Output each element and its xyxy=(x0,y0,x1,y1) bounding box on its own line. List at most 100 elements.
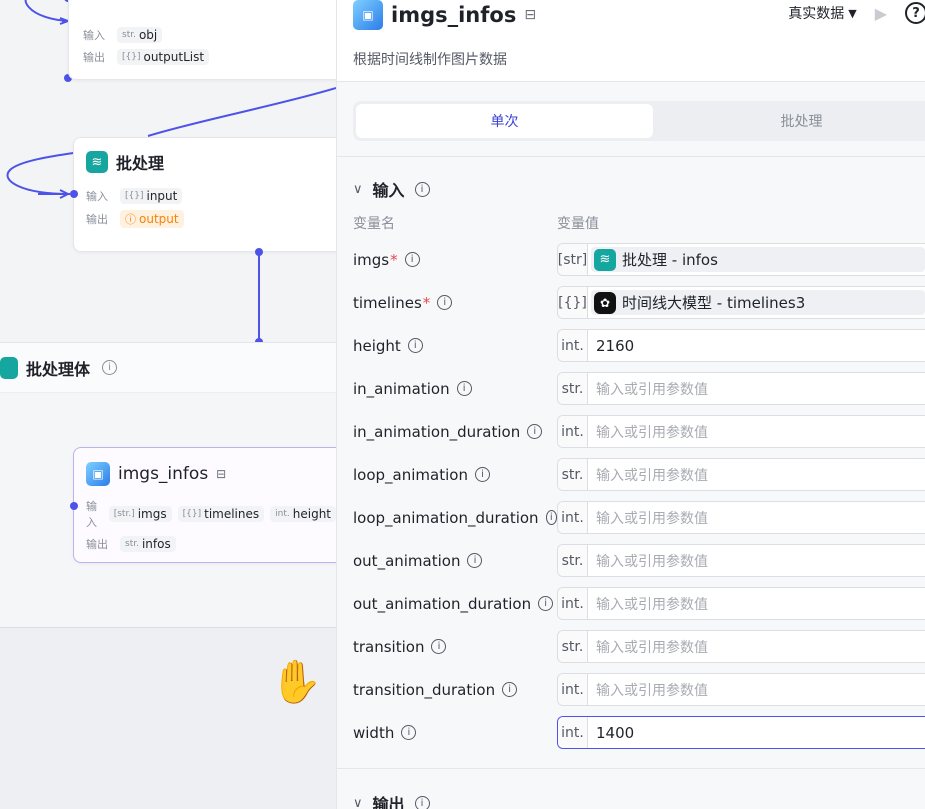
tab-single[interactable]: 单次 xyxy=(356,104,653,138)
type-tag[interactable]: int. xyxy=(558,330,588,361)
panel-title[interactable]: imgs_infos xyxy=(391,3,516,27)
type-tag[interactable]: int. xyxy=(558,502,588,533)
info-icon[interactable]: i xyxy=(456,381,472,396)
info-icon[interactable]: i xyxy=(401,725,417,740)
param-value-field[interactable]: int. 输入或引用参数值 xyxy=(557,501,925,534)
param-value-field[interactable]: int. 输入或引用参数值 xyxy=(557,587,925,620)
node-imgs-infos[interactable]: ▣ imgs_infos ⊟ 输入 [str.] imgs [{}] timelin… xyxy=(73,447,336,563)
param-input-value[interactable]: 2160 xyxy=(588,330,925,361)
port-dot[interactable] xyxy=(70,502,78,510)
panel-description[interactable]: 根据时间线制作图片数据 xyxy=(353,49,507,69)
param-name: out_animation i xyxy=(353,552,557,570)
type-tag[interactable]: int. xyxy=(558,717,588,748)
param-input-placeholder[interactable]: 输入或引用参数值 xyxy=(588,588,925,619)
param-list: imgs * i [str] ≋ 批处理 - infos timelines * i[{}] ✿ 时… xyxy=(353,238,925,754)
play-icon[interactable]: ▶ xyxy=(875,4,887,23)
param-value-field[interactable]: int. 输入或引用参数值 xyxy=(557,673,925,706)
data-mode-select[interactable]: 真实数据 ▼ xyxy=(788,3,856,23)
info-icon[interactable]: i xyxy=(538,596,554,611)
type-tag[interactable]: int. xyxy=(558,416,588,447)
data-mode-label: 真实数据 xyxy=(788,6,845,22)
layers-icon xyxy=(0,356,18,379)
info-icon[interactable]: i xyxy=(474,467,490,482)
plugin-image-icon: ▣ xyxy=(353,0,383,30)
canvas-bottom-area xyxy=(0,627,336,809)
param-input-placeholder[interactable]: 输入或引用参数值 xyxy=(588,416,925,447)
param-name-label: in_animation_duration xyxy=(353,422,521,441)
info-icon[interactable]: i xyxy=(527,424,543,439)
param-value-field[interactable]: str. 输入或引用参数值 xyxy=(557,630,925,663)
param-chip: str. infos xyxy=(120,536,176,552)
input-section-header[interactable]: ∨ 输入 i xyxy=(353,175,925,203)
param-value-field[interactable]: int. 输入或引用参数值 xyxy=(557,415,925,448)
param-name-label: transition xyxy=(353,637,425,656)
param-input-placeholder[interactable]: 输入或引用参数值 xyxy=(588,373,925,404)
wire-batch-in xyxy=(147,87,336,137)
param-row: timelines * i [{}] ✿ 时间线大模型 - timelines3 xyxy=(353,281,925,324)
param-input-placeholder[interactable]: 输入或引用参数值 xyxy=(588,545,925,576)
param-name-label: timelines xyxy=(353,293,422,312)
node-previous[interactable]: 输入 str. obj 输出 [{}] outputList xyxy=(68,0,336,80)
info-icon[interactable]: i xyxy=(467,553,483,568)
param-input-placeholder[interactable]: 输入或引用参数值 xyxy=(588,502,925,533)
type-tag[interactable]: [str] xyxy=(558,244,588,275)
info-icon[interactable]: i xyxy=(437,295,453,310)
type-tag[interactable]: int. xyxy=(558,674,588,705)
output-section-header[interactable]: ∨ 输出 i xyxy=(353,789,925,809)
port-dot[interactable] xyxy=(255,248,263,256)
type-tag[interactable]: str. xyxy=(558,459,588,490)
mode-tabs: 单次 批处理 xyxy=(353,101,925,141)
param-row: loop_animation_duration i int. 输入或引用参数值 xyxy=(353,496,925,539)
input-label: 输入 xyxy=(83,29,105,42)
reference-chip[interactable]: ✿ 时间线大模型 - timelines3 xyxy=(591,290,925,315)
param-value-field[interactable]: str. 输入或引用参数值 xyxy=(557,544,925,577)
info-icon[interactable]: i xyxy=(545,510,557,525)
info-icon[interactable]: i xyxy=(502,682,518,697)
port-dot[interactable] xyxy=(70,190,78,198)
param-row: in_animation i str. 输入或引用参数值 xyxy=(353,367,925,410)
param-value-field[interactable]: [{}] ✿ 时间线大模型 - timelines3 xyxy=(557,286,925,319)
param-value-field[interactable]: str. 输入或引用参数值 xyxy=(557,458,925,491)
type-tag[interactable]: [{}] xyxy=(558,287,588,318)
param-input-value[interactable]: 1400 xyxy=(588,717,925,748)
input-label: 输入 xyxy=(86,190,108,203)
workflow-canvas[interactable]: 输入 str. obj 输出 [{}] outputList ≋ 批处理 输入 [{… xyxy=(0,0,336,809)
info-icon[interactable]: i xyxy=(404,252,420,267)
info-icon[interactable]: i xyxy=(407,338,423,353)
tab-batch[interactable]: 批处理 xyxy=(653,104,925,138)
param-value-field[interactable]: str. 输入或引用参数值 xyxy=(557,372,925,405)
node-batch[interactable]: ≋ 批处理 输入 [{}] input 输出 ⓘ output xyxy=(73,137,336,252)
param-value-field[interactable]: int. 2160 xyxy=(557,329,925,362)
param-input-placeholder[interactable]: 输入或引用参数值 xyxy=(588,631,925,662)
param-chip: [{}] outputList xyxy=(117,49,210,65)
param-row: transition_duration i int. 输入或引用参数值 xyxy=(353,668,925,711)
param-value-field[interactable]: int. 1400 xyxy=(557,716,925,749)
type-tag[interactable]: str. xyxy=(558,373,588,404)
param-value-field[interactable]: [str] ≋ 批处理 - infos xyxy=(557,243,925,276)
info-icon[interactable]: i xyxy=(431,639,447,654)
param-chip: [str.] imgs xyxy=(108,506,172,522)
reference-text: 批处理 - infos xyxy=(622,251,718,269)
layers-icon: ≋ xyxy=(594,248,616,271)
wire-batch-loop xyxy=(6,151,81,195)
info-icon[interactable]: i xyxy=(414,181,430,197)
param-input-placeholder[interactable]: 输入或引用参数值 xyxy=(588,459,925,490)
chevron-down-icon[interactable]: ∨ xyxy=(353,182,363,197)
output-label: 输出 xyxy=(86,538,108,551)
help-icon[interactable]: ? xyxy=(905,2,925,24)
plugin-image-icon: ▣ xyxy=(86,462,110,486)
type-tag[interactable]: str. xyxy=(558,545,588,576)
param-name: in_animation_duration i xyxy=(353,423,557,441)
info-icon[interactable]: i xyxy=(414,795,430,809)
param-input-placeholder[interactable]: 输入或引用参数值 xyxy=(588,674,925,705)
info-icon[interactable]: i xyxy=(102,360,118,375)
param-row: imgs * i [str] ≋ 批处理 - infos xyxy=(353,238,925,281)
section-title: 输入 xyxy=(372,181,405,200)
reference-chip[interactable]: ≋ 批处理 - infos xyxy=(591,247,925,272)
chevron-down-icon[interactable]: ∨ xyxy=(353,796,363,809)
output-label: 输出 xyxy=(86,213,108,226)
col-value-header: 变量值 xyxy=(557,216,599,232)
param-row: transition i str. 输入或引用参数值 xyxy=(353,625,925,668)
type-tag[interactable]: int. xyxy=(558,588,588,619)
type-tag[interactable]: str. xyxy=(558,631,588,662)
